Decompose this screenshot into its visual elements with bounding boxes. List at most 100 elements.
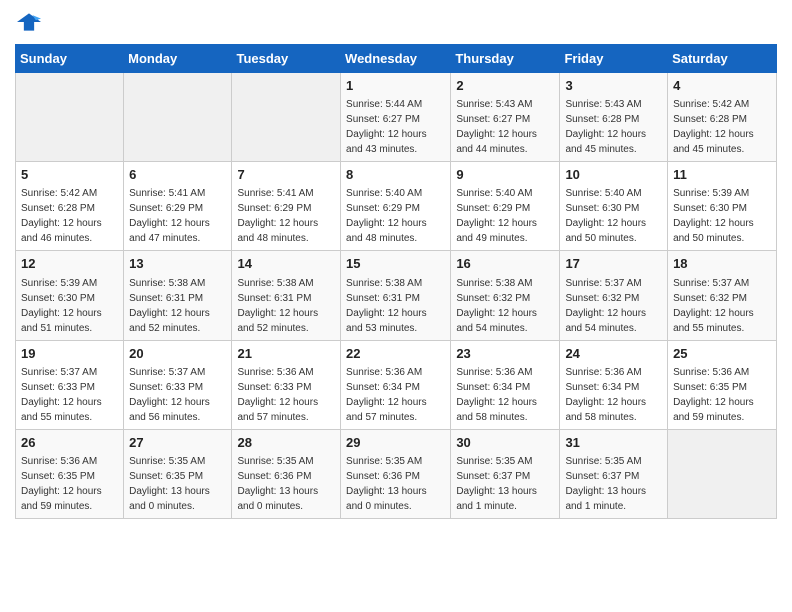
header bbox=[15, 10, 777, 34]
table-cell: 18 Sunrise: 5:37 AM Sunset: 6:32 PM Dayli… bbox=[668, 251, 777, 340]
day-info: Sunrise: 5:38 AM Sunset: 6:32 PM Dayligh… bbox=[456, 278, 537, 334]
day-number: 9 bbox=[456, 166, 554, 184]
table-cell: 19Sunrise: 5:37 AM Sunset: 6:33 PM Dayli… bbox=[16, 340, 124, 429]
logo bbox=[15, 10, 41, 34]
day-info: Sunrise: 5:36 AM Sunset: 6:34 PM Dayligh… bbox=[346, 367, 427, 423]
page: Sunday Monday Tuesday Wednesday Thursday… bbox=[0, 0, 792, 529]
table-cell: 11 Sunrise: 5:39 AM Sunset: 6:30 PM Dayli… bbox=[668, 162, 777, 251]
table-cell bbox=[232, 73, 341, 162]
day-info: Sunrise: 5:36 AM Sunset: 6:34 PM Dayligh… bbox=[565, 367, 646, 423]
day-number: 22 bbox=[346, 345, 445, 363]
day-number: 4 bbox=[673, 77, 771, 95]
day-info: Sunrise: 5:36 AM Sunset: 6:34 PM Dayligh… bbox=[456, 367, 537, 423]
day-info: Sunrise: 5:35 AM Sunset: 6:36 PM Dayligh… bbox=[346, 456, 427, 512]
calendar-week-row: 12 Sunrise: 5:39 AM Sunset: 6:30 PM Dayli… bbox=[16, 251, 777, 340]
table-cell bbox=[16, 73, 124, 162]
day-number: 18 bbox=[673, 255, 771, 273]
day-number: 29 bbox=[346, 434, 445, 452]
day-number: 7 bbox=[237, 166, 335, 184]
day-info: Sunrise: 5:36 AM Sunset: 6:33 PM Dayligh… bbox=[237, 367, 318, 423]
day-info: Sunrise: 5:41 AM Sunset: 6:29 PM Dayligh… bbox=[129, 188, 210, 244]
day-number: 3 bbox=[565, 77, 662, 95]
day-info: Sunrise: 5:40 AM Sunset: 6:29 PM Dayligh… bbox=[456, 188, 537, 244]
table-cell: 6Sunrise: 5:41 AM Sunset: 6:29 PM Daylig… bbox=[124, 162, 232, 251]
day-number: 31 bbox=[565, 434, 662, 452]
table-cell: 5 Sunrise: 5:42 AM Sunset: 6:28 PM Daylig… bbox=[16, 162, 124, 251]
table-cell: 31 Sunrise: 5:35 AM Sunset: 6:37 PM Dayli… bbox=[560, 429, 668, 518]
day-info: Sunrise: 5:43 AM Sunset: 6:27 PM Dayligh… bbox=[456, 99, 537, 155]
day-info: Sunrise: 5:38 AM Sunset: 6:31 PM Dayligh… bbox=[237, 278, 318, 334]
day-info: Sunrise: 5:35 AM Sunset: 6:35 PM Dayligh… bbox=[129, 456, 210, 512]
day-number: 27 bbox=[129, 434, 226, 452]
col-tuesday: Tuesday bbox=[232, 45, 341, 73]
calendar-table: Sunday Monday Tuesday Wednesday Thursday… bbox=[15, 44, 777, 519]
table-cell: 25 Sunrise: 5:36 AM Sunset: 6:35 PM Dayli… bbox=[668, 340, 777, 429]
day-info: Sunrise: 5:37 AM Sunset: 6:33 PM Dayligh… bbox=[129, 367, 210, 423]
table-cell bbox=[668, 429, 777, 518]
day-info: Sunrise: 5:37 AM Sunset: 6:33 PM Dayligh… bbox=[21, 367, 102, 423]
table-cell: 7 Sunrise: 5:41 AM Sunset: 6:29 PM Daylig… bbox=[232, 162, 341, 251]
day-number: 28 bbox=[237, 434, 335, 452]
day-number: 17 bbox=[565, 255, 662, 273]
day-number: 26 bbox=[21, 434, 118, 452]
day-number: 11 bbox=[673, 166, 771, 184]
day-number: 24 bbox=[565, 345, 662, 363]
calendar-week-row: 1Sunrise: 5:44 AM Sunset: 6:27 PM Daylig… bbox=[16, 73, 777, 162]
day-number: 15 bbox=[346, 255, 445, 273]
day-info: Sunrise: 5:42 AM Sunset: 6:28 PM Dayligh… bbox=[21, 188, 102, 244]
day-info: Sunrise: 5:36 AM Sunset: 6:35 PM Dayligh… bbox=[21, 456, 102, 512]
calendar-week-row: 19Sunrise: 5:37 AM Sunset: 6:33 PM Dayli… bbox=[16, 340, 777, 429]
day-info: Sunrise: 5:41 AM Sunset: 6:29 PM Dayligh… bbox=[237, 188, 318, 244]
table-cell: 27 Sunrise: 5:35 AM Sunset: 6:35 PM Dayli… bbox=[124, 429, 232, 518]
day-info: Sunrise: 5:35 AM Sunset: 6:36 PM Dayligh… bbox=[237, 456, 318, 512]
day-number: 23 bbox=[456, 345, 554, 363]
table-cell: 17 Sunrise: 5:37 AM Sunset: 6:32 PM Dayli… bbox=[560, 251, 668, 340]
day-number: 13 bbox=[129, 255, 226, 273]
table-cell: 3 Sunrise: 5:43 AM Sunset: 6:28 PM Daylig… bbox=[560, 73, 668, 162]
day-number: 21 bbox=[237, 345, 335, 363]
day-info: Sunrise: 5:39 AM Sunset: 6:30 PM Dayligh… bbox=[21, 278, 102, 334]
day-number: 14 bbox=[237, 255, 335, 273]
table-cell: 22 Sunrise: 5:36 AM Sunset: 6:34 PM Dayli… bbox=[341, 340, 451, 429]
table-cell bbox=[124, 73, 232, 162]
table-cell: 14 Sunrise: 5:38 AM Sunset: 6:31 PM Dayli… bbox=[232, 251, 341, 340]
calendar-week-row: 26 Sunrise: 5:36 AM Sunset: 6:35 PM Dayli… bbox=[16, 429, 777, 518]
day-info: Sunrise: 5:42 AM Sunset: 6:28 PM Dayligh… bbox=[673, 99, 754, 155]
day-info: Sunrise: 5:37 AM Sunset: 6:32 PM Dayligh… bbox=[673, 278, 754, 334]
table-cell: 16 Sunrise: 5:38 AM Sunset: 6:32 PM Dayli… bbox=[451, 251, 560, 340]
day-number: 25 bbox=[673, 345, 771, 363]
day-info: Sunrise: 5:38 AM Sunset: 6:31 PM Dayligh… bbox=[129, 278, 210, 334]
day-number: 1 bbox=[346, 77, 445, 95]
table-cell: 10 Sunrise: 5:40 AM Sunset: 6:30 PM Dayli… bbox=[560, 162, 668, 251]
day-info: Sunrise: 5:39 AM Sunset: 6:30 PM Dayligh… bbox=[673, 188, 754, 244]
day-info: Sunrise: 5:43 AM Sunset: 6:28 PM Dayligh… bbox=[565, 99, 646, 155]
table-cell: 9 Sunrise: 5:40 AM Sunset: 6:29 PM Daylig… bbox=[451, 162, 560, 251]
table-cell: 12 Sunrise: 5:39 AM Sunset: 6:30 PM Dayli… bbox=[16, 251, 124, 340]
day-number: 16 bbox=[456, 255, 554, 273]
day-info: Sunrise: 5:37 AM Sunset: 6:32 PM Dayligh… bbox=[565, 278, 646, 334]
col-saturday: Saturday bbox=[668, 45, 777, 73]
day-info: Sunrise: 5:40 AM Sunset: 6:30 PM Dayligh… bbox=[565, 188, 646, 244]
table-cell: 15Sunrise: 5:38 AM Sunset: 6:31 PM Dayli… bbox=[341, 251, 451, 340]
day-number: 8 bbox=[346, 166, 445, 184]
day-info: Sunrise: 5:35 AM Sunset: 6:37 PM Dayligh… bbox=[565, 456, 646, 512]
table-cell: 20 Sunrise: 5:37 AM Sunset: 6:33 PM Dayli… bbox=[124, 340, 232, 429]
col-friday: Friday bbox=[560, 45, 668, 73]
table-cell: 28 Sunrise: 5:35 AM Sunset: 6:36 PM Dayli… bbox=[232, 429, 341, 518]
table-cell: 21 Sunrise: 5:36 AM Sunset: 6:33 PM Dayli… bbox=[232, 340, 341, 429]
table-cell: 1Sunrise: 5:44 AM Sunset: 6:27 PM Daylig… bbox=[341, 73, 451, 162]
day-info: Sunrise: 5:36 AM Sunset: 6:35 PM Dayligh… bbox=[673, 367, 754, 423]
day-number: 30 bbox=[456, 434, 554, 452]
table-cell: 29 Sunrise: 5:35 AM Sunset: 6:36 PM Dayli… bbox=[341, 429, 451, 518]
day-number: 5 bbox=[21, 166, 118, 184]
calendar-header-row: Sunday Monday Tuesday Wednesday Thursday… bbox=[16, 45, 777, 73]
table-cell: 26 Sunrise: 5:36 AM Sunset: 6:35 PM Dayli… bbox=[16, 429, 124, 518]
day-number: 2 bbox=[456, 77, 554, 95]
col-wednesday: Wednesday bbox=[341, 45, 451, 73]
col-thursday: Thursday bbox=[451, 45, 560, 73]
day-info: Sunrise: 5:40 AM Sunset: 6:29 PM Dayligh… bbox=[346, 188, 427, 244]
day-number: 10 bbox=[565, 166, 662, 184]
table-cell: 8 Sunrise: 5:40 AM Sunset: 6:29 PM Daylig… bbox=[341, 162, 451, 251]
day-number: 12 bbox=[21, 255, 118, 273]
day-number: 20 bbox=[129, 345, 226, 363]
